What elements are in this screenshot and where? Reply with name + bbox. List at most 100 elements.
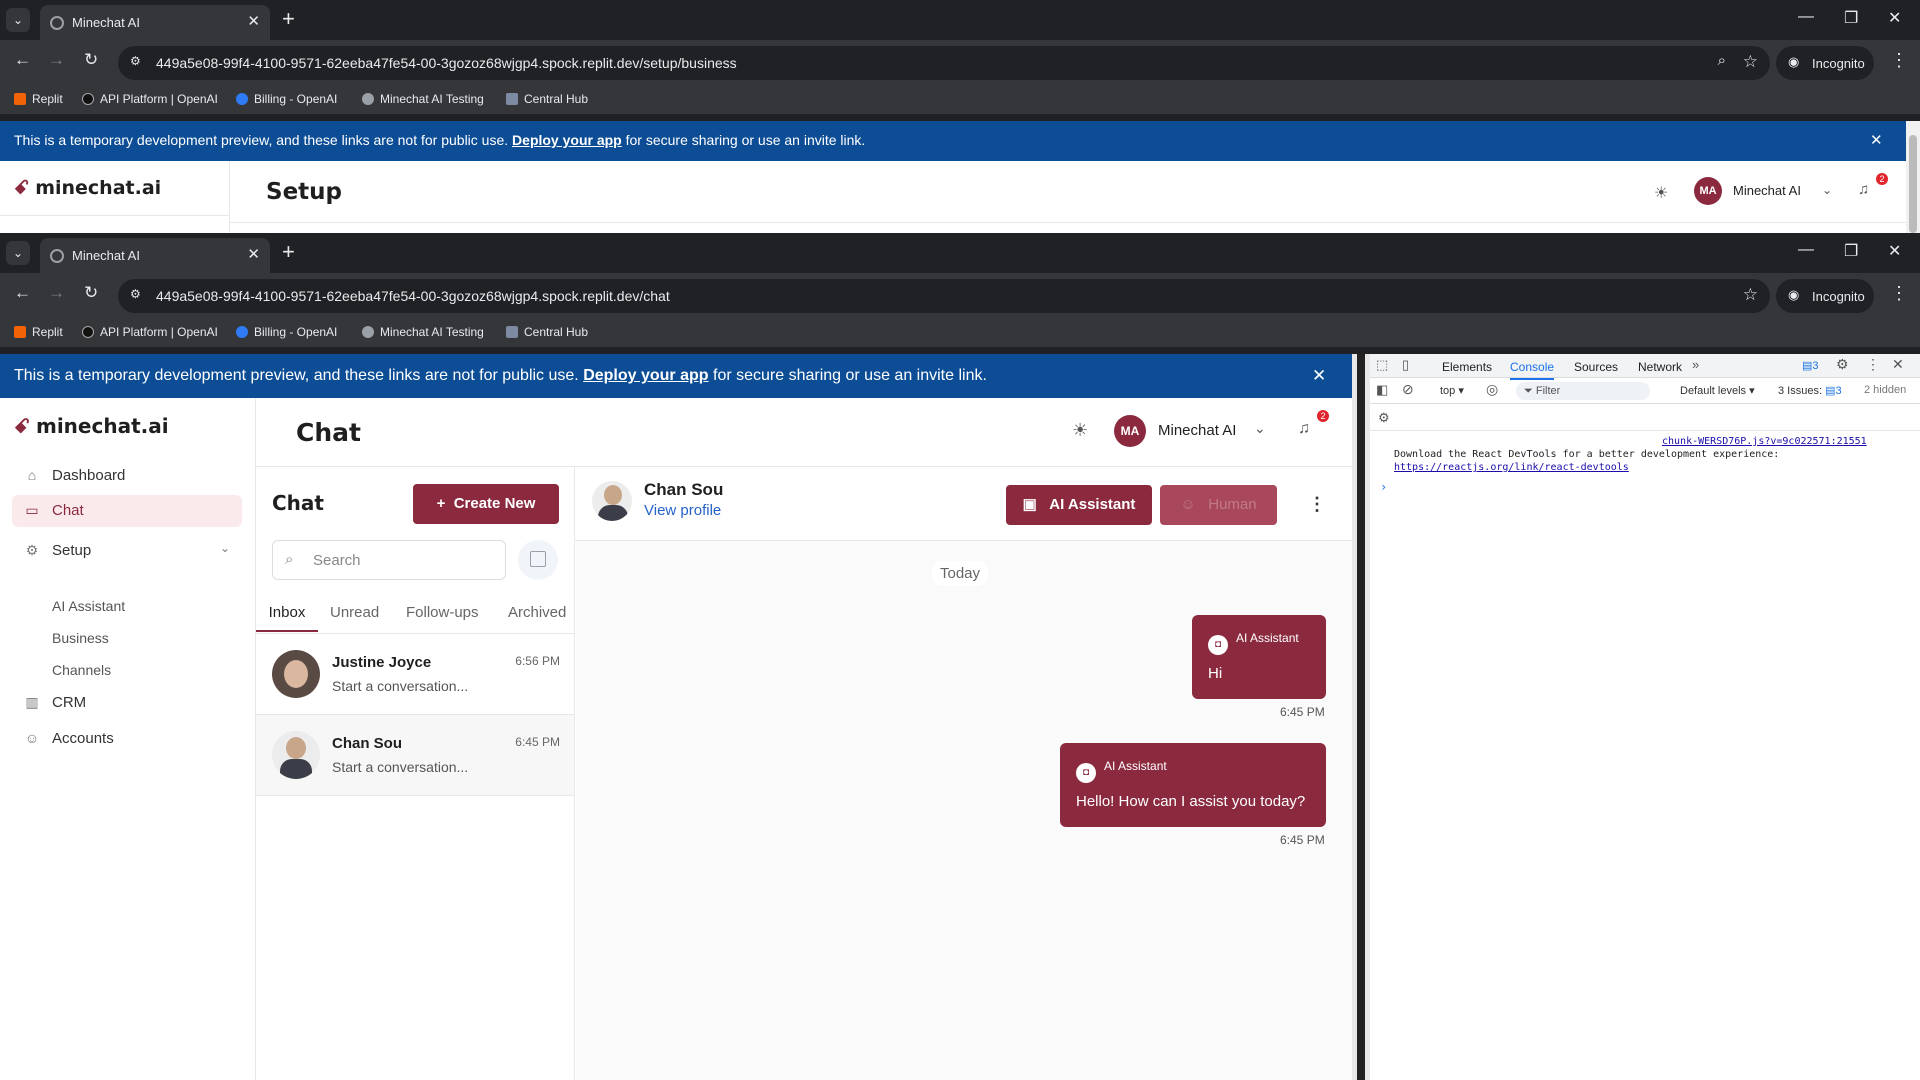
bookmark-central-hub[interactable]: Central Hub [506,92,588,106]
chevron-down-icon[interactable]: ⌄ [220,541,230,555]
scrollbar[interactable] [1906,121,1920,233]
avatar[interactable]: MA [1114,415,1146,447]
console-filter-input[interactable]: ⏷ Filter [1516,382,1650,400]
chevron-down-icon[interactable]: ⌄ [1254,420,1266,437]
tab-network[interactable]: Network [1638,360,1682,374]
settings-gear-icon[interactable]: ⚙ [1836,356,1849,373]
zoom-icon[interactable]: ⌕ [1718,52,1726,69]
chevron-down-icon[interactable]: ⌄ [1822,183,1832,197]
tab-console[interactable]: Console [1510,360,1555,380]
site-info-icon[interactable]: ⚙ [130,287,146,303]
address-bar[interactable]: ⚙ 449a5e08-99f4-4100-9571-62eeba47fe54-0… [118,279,1770,313]
close-tab-icon[interactable]: ✕ [247,245,260,263]
bookmark-openai-api[interactable]: API Platform | OpenAI [82,325,218,339]
console-prompt[interactable]: › [1380,480,1387,494]
bookmark-star-icon[interactable]: ☆ [1743,285,1758,305]
console-settings-icon[interactable]: ⚙ [1378,410,1390,426]
user-name[interactable]: Minechat AI [1158,422,1236,439]
sidebar-item-chat[interactable]: ▭ Chat [12,495,242,527]
close-banner-icon[interactable]: ✕ [1312,366,1326,386]
forward-button[interactable]: → [48,283,65,303]
view-profile-link[interactable]: View profile [644,502,721,519]
reload-button[interactable]: ↻ [84,283,98,303]
bookmark-star-icon[interactable]: ☆ [1743,52,1758,72]
bookmark-openai-api[interactable]: API Platform | OpenAI [82,92,218,106]
logo[interactable]: ꗃ minechat.ai [14,177,161,199]
theme-toggle-icon[interactable]: ☀ [1072,420,1088,441]
ai-assistant-toggle-button[interactable]: ▣ AI Assistant [1006,485,1152,525]
human-toggle-button[interactable]: ☺ Human [1160,485,1277,525]
back-button[interactable]: ← [14,50,31,70]
browser-menu-icon[interactable]: ⋮ [1890,50,1908,71]
bookmark-minechat-testing[interactable]: Minechat AI Testing [362,92,484,106]
close-window-button[interactable]: ✕ [1888,8,1901,28]
react-devtools-link[interactable]: https://reactjs.org/link/react-devtools [1394,462,1629,473]
new-tab-button[interactable]: + [282,239,295,265]
bookmark-replit[interactable]: Replit [14,325,63,339]
tab-inbox[interactable]: Inbox [256,598,318,632]
restore-button[interactable]: ❐ [1844,8,1858,28]
new-tab-button[interactable]: + [282,6,295,32]
sidebar-toggle-icon[interactable]: ◧ [1376,382,1388,398]
bookmark-replit[interactable]: Replit [14,92,63,106]
restore-button[interactable]: ❐ [1844,241,1858,261]
sidebar-item-crm[interactable]: ▥ CRM [12,687,242,719]
log-levels-select[interactable]: Default levels ▾ [1680,384,1755,397]
tab-search-button[interactable]: ⌄ [6,241,30,265]
issues-badge[interactable]: ▤3 [1802,359,1819,372]
bell-icon[interactable]: ♫ [1298,420,1310,438]
close-window-button[interactable]: ✕ [1888,241,1901,261]
sidebar-item-setup[interactable]: ⚙ Setup ⌄ [12,535,242,567]
incognito-indicator[interactable]: ◉ Incognito [1776,46,1874,80]
inspect-icon[interactable]: ⬚ [1376,357,1388,373]
sidebar-subitem-ai-assistant[interactable]: AI Assistant [52,598,125,614]
scrollbar-thumb[interactable] [1909,135,1917,233]
list-item[interactable]: Justine Joyce Start a conversation... 6:… [256,634,574,714]
incognito-indicator[interactable]: ◉ Incognito [1776,279,1874,313]
close-tab-icon[interactable]: ✕ [247,12,260,30]
tab-archived[interactable]: Archived [508,598,566,632]
bell-icon[interactable]: ♫ [1858,181,1869,198]
tab-search-button[interactable]: ⌄ [6,8,30,32]
more-options-icon[interactable]: ⋮ [1308,494,1326,515]
back-button[interactable]: ← [14,283,31,303]
close-banner-icon[interactable]: ✕ [1870,131,1883,149]
minimize-button[interactable]: — [1798,8,1814,26]
log-source-link[interactable]: chunk-WERSD76P.js?v=9c022571:21551 [1662,436,1867,447]
clear-console-icon[interactable]: ⊘ [1402,381,1414,398]
search-input[interactable]: ⌕ Search [272,540,506,580]
logo[interactable]: ꗃ minechat.ai [14,414,169,438]
filter-image-button[interactable] [518,540,558,580]
browser-tab[interactable]: Minechat AI ✕ [40,5,270,40]
bookmark-openai-billing[interactable]: Billing - OpenAI [236,325,337,339]
close-devtools-icon[interactable]: ✕ [1892,356,1904,373]
user-name[interactable]: Minechat AI [1733,183,1801,198]
tab-unread[interactable]: Unread [330,598,379,632]
theme-toggle-icon[interactable]: ☀ [1654,183,1668,203]
reload-button[interactable]: ↻ [84,50,98,70]
avatar[interactable]: MA [1694,177,1722,205]
issues-counter[interactable]: 3 Issues: ▤3 [1778,384,1842,397]
browser-tab[interactable]: Minechat AI ✕ [40,238,270,273]
forward-button[interactable]: → [48,50,65,70]
devtools-resizer[interactable] [1352,354,1370,1080]
more-tabs-icon[interactable]: » [1692,357,1699,372]
deploy-app-link[interactable]: Deploy your app [512,132,622,148]
tab-follow-ups[interactable]: Follow-ups [406,598,479,632]
tab-elements[interactable]: Elements [1442,360,1492,374]
kebab-menu-icon[interactable]: ⋮ [1866,356,1880,373]
eye-icon[interactable]: ◎ [1486,381,1498,398]
create-new-button[interactable]: + Create New [413,484,559,524]
address-bar[interactable]: ⚙ 449a5e08-99f4-4100-9571-62eeba47fe54-0… [118,46,1770,80]
sidebar-subitem-business[interactable]: Business [52,630,109,646]
contact-avatar[interactable] [592,481,632,521]
bookmark-minechat-testing[interactable]: Minechat AI Testing [362,325,484,339]
bookmark-openai-billing[interactable]: Billing - OpenAI [236,92,337,106]
sidebar-item-dashboard[interactable]: ⌂ Dashboard [12,460,242,492]
context-select[interactable]: top ▾ [1440,384,1464,397]
site-info-icon[interactable]: ⚙ [130,54,146,70]
list-item[interactable]: Chan Sou Start a conversation... 6:45 PM [256,715,574,795]
browser-menu-icon[interactable]: ⋮ [1890,283,1908,304]
sidebar-subitem-channels[interactable]: Channels [52,662,111,678]
scrollbar-thumb[interactable] [1357,354,1365,1080]
